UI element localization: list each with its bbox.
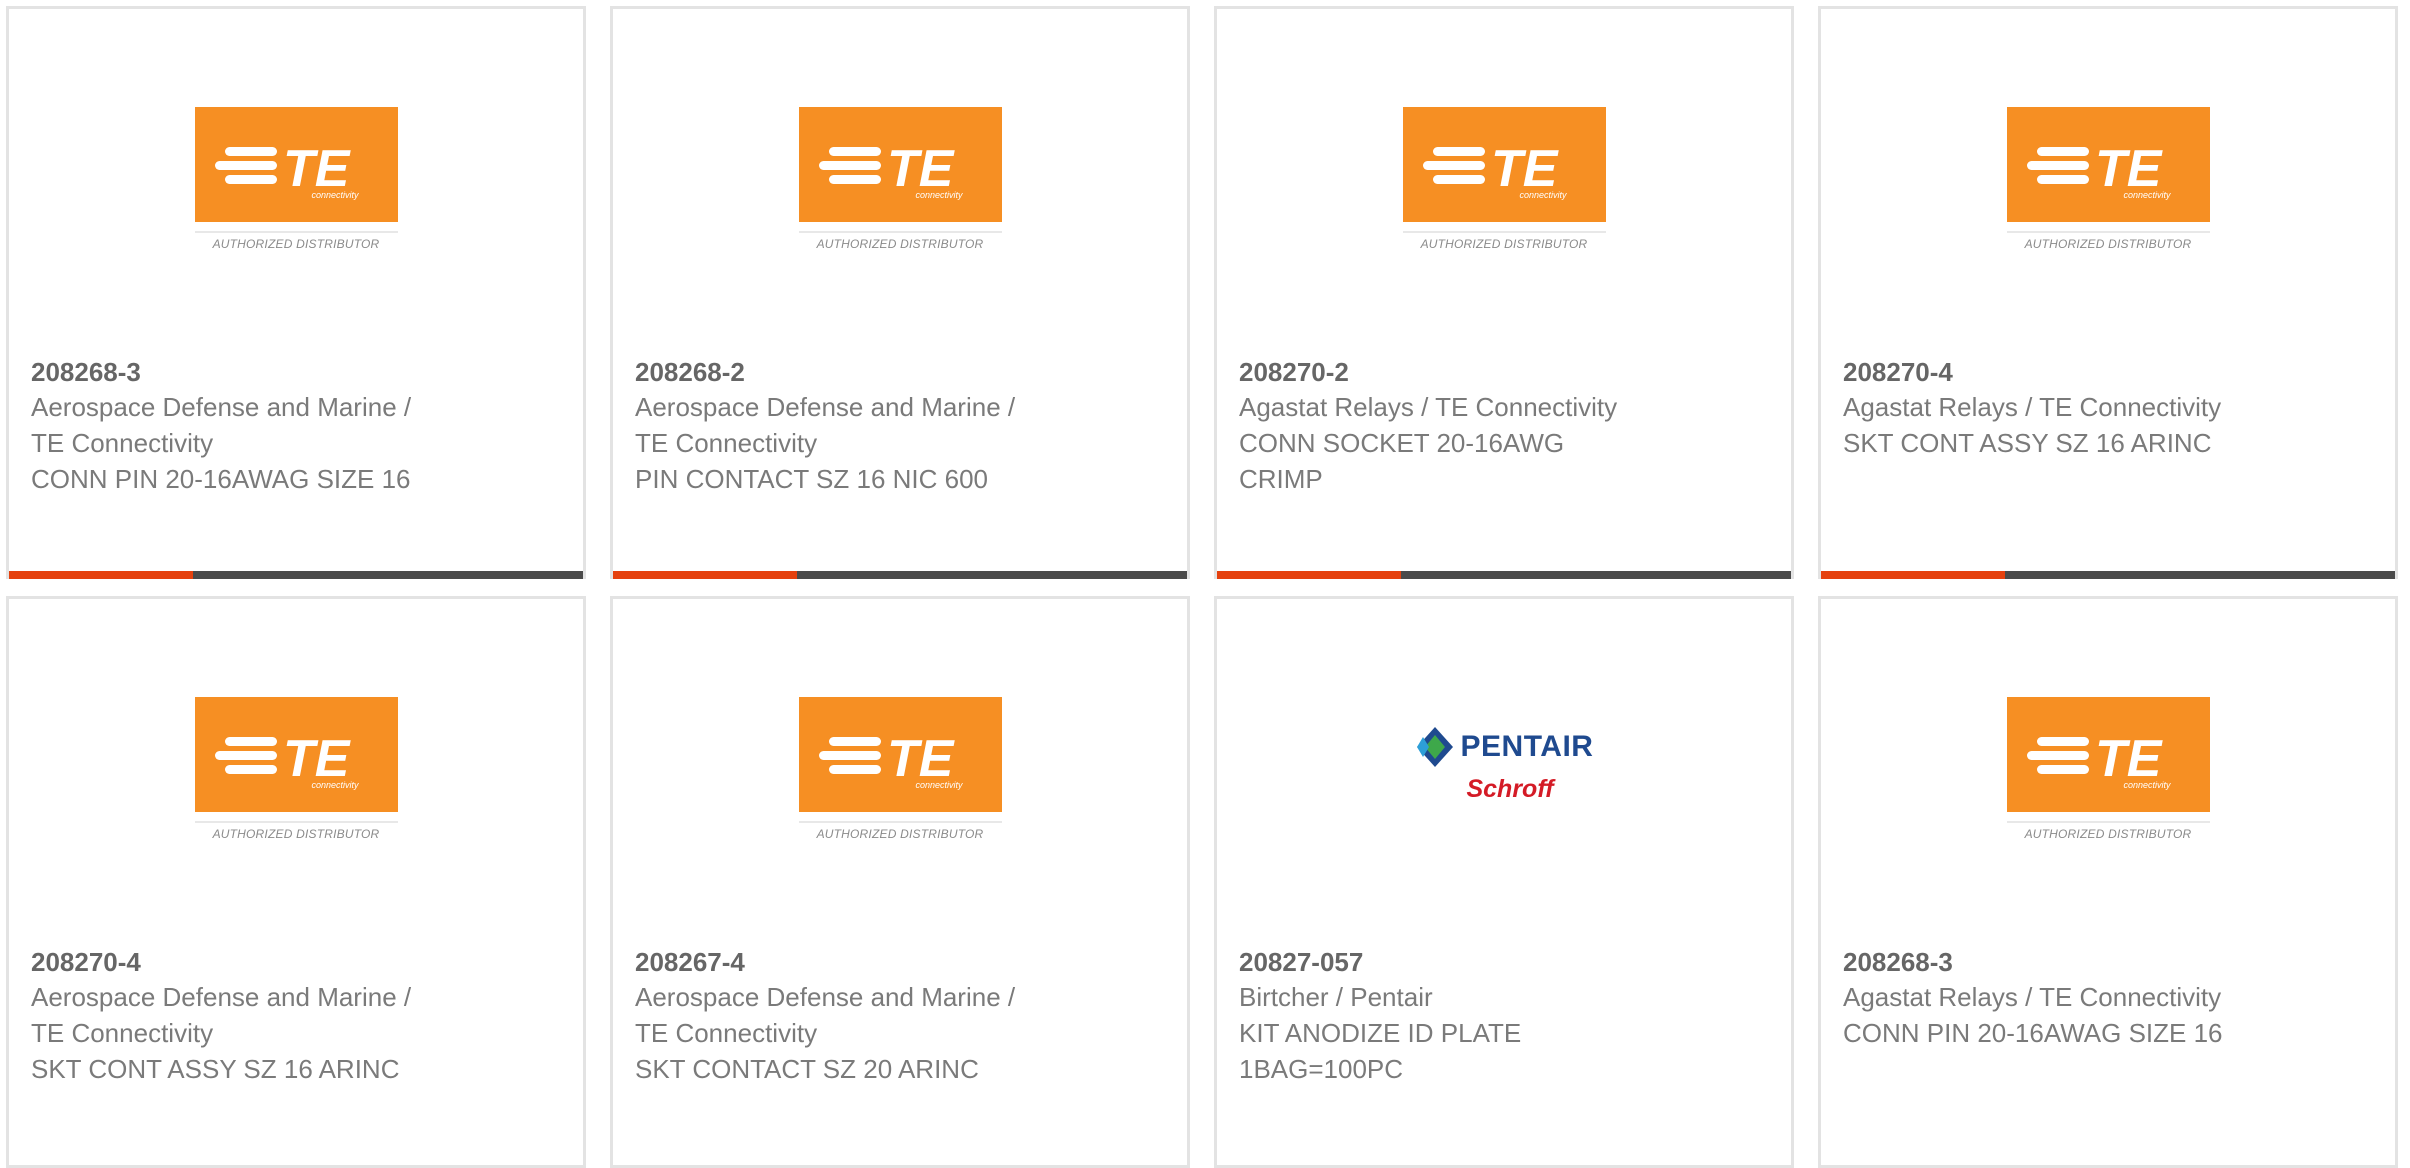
product-line-3: CRIMP xyxy=(1239,464,1323,494)
product-card[interactable]: TE connectivity AUTHORIZED DISTRIBUTOR 2… xyxy=(1818,6,2398,579)
schroff-wordmark: Schroff xyxy=(1466,775,1554,803)
te-sub: connectivity xyxy=(915,780,963,790)
product-info: 208268-2 Aerospace Defense and Marine / … xyxy=(635,355,1095,497)
te-connectivity-logo: TE connectivity AUTHORIZED DISTRIBUTOR xyxy=(194,107,398,257)
part-number[interactable]: 20827-057 xyxy=(1239,945,1699,979)
te-connectivity-logo: TE connectivity AUTHORIZED DISTRIBUTOR xyxy=(2006,697,2210,847)
te-sub: connectivity xyxy=(915,190,963,200)
te-sub: connectivity xyxy=(311,190,359,200)
product-info: 208268-3 Aerospace Defense and Marine / … xyxy=(31,355,491,497)
part-number[interactable]: 208268-3 xyxy=(1843,945,2303,979)
product-line-1: Aerospace Defense and Marine / xyxy=(635,982,1016,1012)
part-number[interactable]: 208270-2 xyxy=(1239,355,1699,389)
product-line-2: SKT CONT ASSY SZ 16 ARINC xyxy=(1843,428,2212,458)
card-progress-fill xyxy=(1217,571,1401,579)
product-info: 208268-3 Agastat Relays / TE Connectivit… xyxy=(1843,945,2303,1051)
product-card[interactable]: TE connectivity AUTHORIZED DISTRIBUTOR 2… xyxy=(610,6,1190,579)
product-grid: TE connectivity AUTHORIZED DISTRIBUTOR 2… xyxy=(6,6,2398,1168)
product-line-2: CONN PIN 20-16AWAG SIZE 16 xyxy=(1843,1018,2223,1048)
te-connectivity-logo: TE connectivity AUTHORIZED DISTRIBUTOR xyxy=(1402,107,1606,257)
product-line-1: Agastat Relays / TE Connectivity xyxy=(1843,392,2222,422)
te-connectivity-logo: TE connectivity AUTHORIZED DISTRIBUTOR xyxy=(798,107,1002,257)
pentair-diamond-icon xyxy=(1416,727,1453,767)
part-number[interactable]: 208267-4 xyxy=(635,945,1095,979)
pentair-schroff-logo: PENTAIR Schroff xyxy=(1401,725,1607,847)
product-card[interactable]: TE connectivity AUTHORIZED DISTRIBUTOR 2… xyxy=(610,596,1190,1168)
brand-logo: TE connectivity AUTHORIZED DISTRIBUTOR xyxy=(9,697,583,847)
product-info: 20827-057 Birtcher / Pentair KIT ANODIZE… xyxy=(1239,945,1699,1087)
te-logo-badge: TE connectivity xyxy=(194,107,398,222)
product-line-1: Aerospace Defense and Marine / xyxy=(31,982,412,1012)
product-line-2: TE Connectivity xyxy=(635,1018,818,1048)
te-sub: connectivity xyxy=(1519,190,1567,200)
product-line-3: CONN PIN 20-16AWAG SIZE 16 xyxy=(31,464,411,494)
pentair-mark: PENTAIR xyxy=(1415,725,1594,769)
te-logo-badge: TE connectivity xyxy=(2006,697,2210,812)
product-line-1: Agastat Relays / TE Connectivity xyxy=(1239,392,1618,422)
product-line-2: KIT ANODIZE ID PLATE xyxy=(1239,1018,1522,1048)
product-line-1: Birtcher / Pentair xyxy=(1239,982,1433,1012)
card-progress-bar xyxy=(1821,571,2395,579)
brand-logo: TE connectivity AUTHORIZED DISTRIBUTOR xyxy=(1821,107,2395,257)
product-card[interactable]: TE connectivity AUTHORIZED DISTRIBUTOR 2… xyxy=(1818,596,2398,1168)
brand-logo: TE connectivity AUTHORIZED DISTRIBUTOR xyxy=(613,697,1187,847)
te-connectivity-logo: TE connectivity AUTHORIZED DISTRIBUTOR xyxy=(2006,107,2210,257)
card-progress-fill xyxy=(9,571,193,579)
te-caption: AUTHORIZED DISTRIBUTOR xyxy=(194,821,398,841)
product-line-2: CONN SOCKET 20-16AWG xyxy=(1239,428,1565,458)
product-line-2: TE Connectivity xyxy=(635,428,818,458)
te-logo-badge: TE connectivity xyxy=(2006,107,2210,222)
product-card[interactable]: TE connectivity AUTHORIZED DISTRIBUTOR 2… xyxy=(6,6,586,579)
te-connectivity-logo: TE connectivity AUTHORIZED DISTRIBUTOR xyxy=(194,697,398,847)
brand-logo: TE connectivity AUTHORIZED DISTRIBUTOR xyxy=(613,107,1187,257)
brand-logo: TE connectivity AUTHORIZED DISTRIBUTOR xyxy=(9,107,583,257)
product-line-3: SKT CONT ASSY SZ 16 ARINC xyxy=(31,1054,400,1084)
te-connectivity-logo: TE connectivity AUTHORIZED DISTRIBUTOR xyxy=(798,697,1002,847)
product-line-2: TE Connectivity xyxy=(31,428,214,458)
product-card[interactable]: PENTAIR Schroff 20827-057 Birtcher / Pen… xyxy=(1214,596,1794,1168)
product-info: 208270-4 Agastat Relays / TE Connectivit… xyxy=(1843,355,2303,461)
part-number[interactable]: 208270-4 xyxy=(1843,355,2303,389)
card-progress-fill xyxy=(1821,571,2005,579)
card-progress-fill xyxy=(613,571,797,579)
product-card[interactable]: TE connectivity AUTHORIZED DISTRIBUTOR 2… xyxy=(1214,6,1794,579)
te-caption: AUTHORIZED DISTRIBUTOR xyxy=(798,231,1002,251)
product-info: 208270-2 Agastat Relays / TE Connectivit… xyxy=(1239,355,1699,497)
te-caption: AUTHORIZED DISTRIBUTOR xyxy=(798,821,1002,841)
te-logo-badge: TE connectivity xyxy=(194,697,398,812)
pentair-wordmark: PENTAIR xyxy=(1460,730,1594,763)
brand-logo: TE connectivity AUTHORIZED DISTRIBUTOR xyxy=(1821,697,2395,847)
part-number[interactable]: 208270-4 xyxy=(31,945,491,979)
product-line-1: Agastat Relays / TE Connectivity xyxy=(1843,982,2222,1012)
part-number[interactable]: 208268-3 xyxy=(31,355,491,389)
te-sub: connectivity xyxy=(311,780,359,790)
te-caption: AUTHORIZED DISTRIBUTOR xyxy=(2006,231,2210,251)
card-progress-bar xyxy=(9,571,583,579)
product-card[interactable]: TE connectivity AUTHORIZED DISTRIBUTOR 2… xyxy=(6,596,586,1168)
te-logo-badge: TE connectivity xyxy=(798,107,1002,222)
product-info: 208270-4 Aerospace Defense and Marine / … xyxy=(31,945,491,1087)
te-logo-badge: TE connectivity xyxy=(1402,107,1606,222)
product-line-3: SKT CONTACT SZ 20 ARINC xyxy=(635,1054,979,1084)
te-sub: connectivity xyxy=(2123,780,2171,790)
te-caption: AUTHORIZED DISTRIBUTOR xyxy=(1402,231,1606,251)
product-line-1: Aerospace Defense and Marine / xyxy=(635,392,1016,422)
part-number[interactable]: 208268-2 xyxy=(635,355,1095,389)
te-sub: connectivity xyxy=(2123,190,2171,200)
card-progress-bar xyxy=(613,571,1187,579)
brand-logo: PENTAIR Schroff xyxy=(1217,697,1791,847)
product-line-3: PIN CONTACT SZ 16 NIC 600 xyxy=(635,464,989,494)
te-caption: AUTHORIZED DISTRIBUTOR xyxy=(2006,821,2210,841)
product-info: 208267-4 Aerospace Defense and Marine / … xyxy=(635,945,1095,1087)
brand-logo: TE connectivity AUTHORIZED DISTRIBUTOR xyxy=(1217,107,1791,257)
product-line-1: Aerospace Defense and Marine / xyxy=(31,392,412,422)
te-caption: AUTHORIZED DISTRIBUTOR xyxy=(194,231,398,251)
te-logo-badge: TE connectivity xyxy=(798,697,1002,812)
card-progress-bar xyxy=(1217,571,1791,579)
product-line-3: 1BAG=100PC xyxy=(1239,1054,1404,1084)
product-line-2: TE Connectivity xyxy=(31,1018,214,1048)
